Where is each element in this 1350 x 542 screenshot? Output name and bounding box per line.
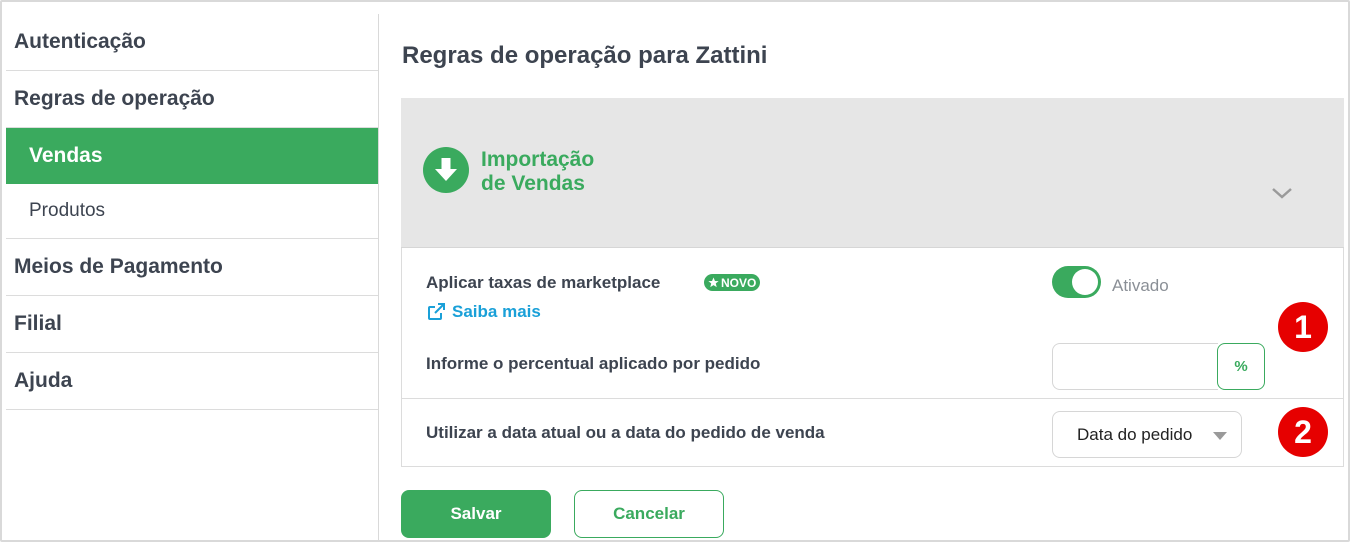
marketplace-fee-toggle[interactable] <box>1052 266 1101 298</box>
percent-icon: % <box>1234 358 1248 375</box>
star-icon <box>708 277 719 288</box>
percent-button[interactable]: % <box>1217 343 1265 390</box>
new-badge: NOVO <box>704 274 761 291</box>
date-option-select[interactable]: Data do pedido <box>1052 411 1242 458</box>
chevron-down-icon[interactable] <box>1269 184 1295 202</box>
marketplace-fee-label: Aplicar taxas de marketplace <box>426 273 661 292</box>
sidebar-item-meios-de-pagamento[interactable]: Meios de Pagamento <box>6 239 378 296</box>
sidebar-item-regras-de-operacao[interactable]: Regras de operação <box>6 71 378 128</box>
learn-more-label: Saiba mais <box>452 302 541 321</box>
toggle-knob <box>1072 269 1098 295</box>
sidebar-item-label: Autenticação <box>14 30 146 53</box>
sidebar-item-filial[interactable]: Filial <box>6 296 378 353</box>
panel-title: Importação de Vendas <box>481 148 681 196</box>
import-sales-panel-header[interactable]: Importação de Vendas <box>401 98 1344 248</box>
date-option-label: Utilizar a data atual ou a data do pedid… <box>426 423 825 442</box>
sidebar-item-ajuda[interactable]: Ajuda <box>6 353 378 410</box>
sidebar-divider <box>378 14 379 540</box>
caret-down-icon <box>1213 432 1227 440</box>
sidebar-item-label: Vendas <box>29 144 103 167</box>
row-divider <box>402 398 1343 399</box>
date-option-selected: Data do pedido <box>1077 424 1193 444</box>
toggle-state-label: Ativado <box>1112 276 1169 295</box>
sidebar-item-vendas[interactable]: Vendas <box>6 128 378 184</box>
sidebar-item-autenticacao[interactable]: Autenticação <box>6 14 378 71</box>
external-link-icon <box>428 303 445 320</box>
download-circle-icon <box>423 147 469 193</box>
page-title: Regras de operação para Zattini <box>402 42 768 69</box>
percent-input[interactable] <box>1052 343 1218 390</box>
marker-2: 2 <box>1278 407 1328 457</box>
learn-more-link[interactable]: Saiba mais <box>426 302 541 322</box>
sidebar-item-label: Filial <box>14 312 62 335</box>
new-badge-label: NOVO <box>721 275 757 290</box>
app-frame: Autenticação Regras de operação Vendas P… <box>0 0 1350 542</box>
panel-title-line2: de Vendas <box>481 172 585 195</box>
sidebar: Autenticação Regras de operação Vendas P… <box>6 14 378 410</box>
marker-1: 1 <box>1278 302 1328 352</box>
save-button[interactable]: Salvar <box>401 490 551 538</box>
sidebar-item-label: Meios de Pagamento <box>14 255 223 278</box>
import-sales-panel-body: Aplicar taxas de marketplace NOVO Saiba … <box>401 248 1344 467</box>
percent-label: Informe o percentual aplicado por pedido <box>426 354 761 373</box>
sidebar-item-label: Produtos <box>29 200 106 221</box>
panel-title-line1: Importação <box>481 148 595 171</box>
cancel-button[interactable]: Cancelar <box>574 490 724 538</box>
sidebar-item-label: Regras de operação <box>14 87 215 110</box>
sidebar-item-label: Ajuda <box>14 369 73 392</box>
sidebar-item-produtos[interactable]: Produtos <box>6 184 378 239</box>
